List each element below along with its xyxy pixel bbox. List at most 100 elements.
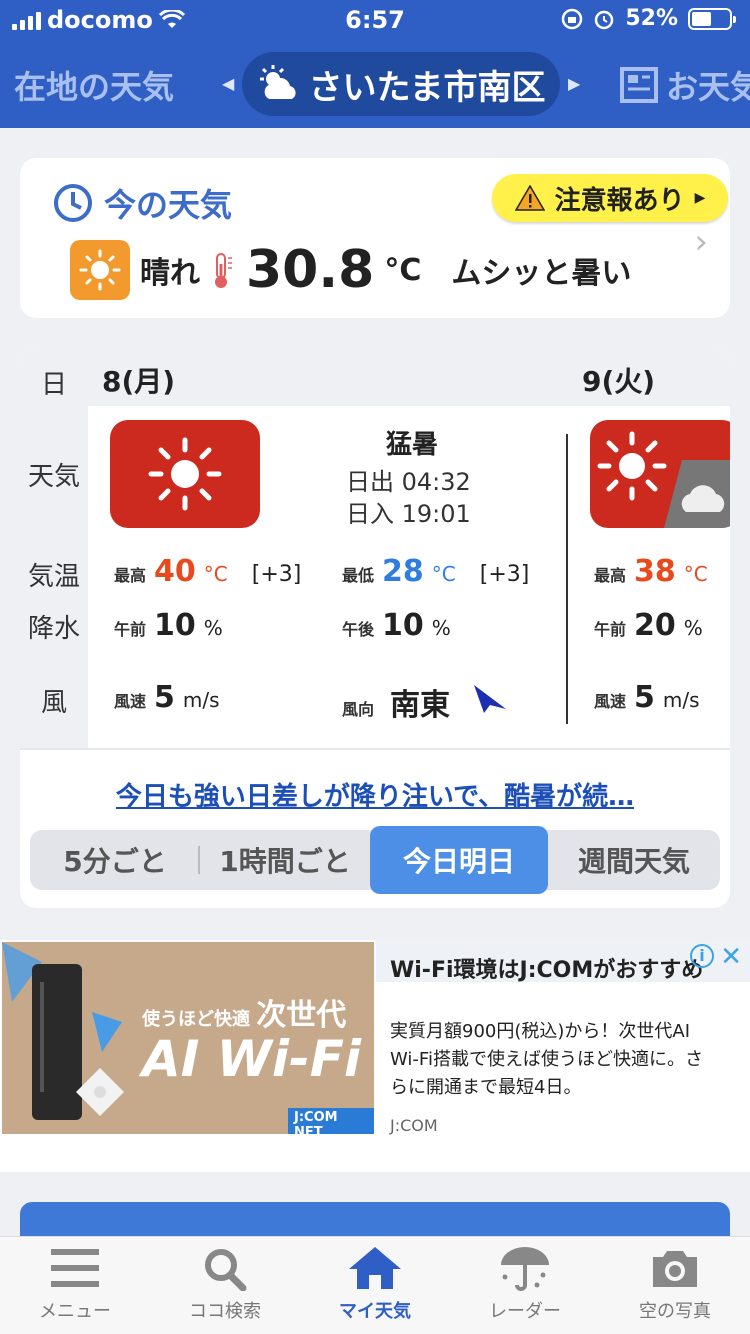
today-am-value: 10 xyxy=(154,608,196,643)
max-label: 最高 xyxy=(114,566,147,585)
temp-unit: °C xyxy=(431,562,456,586)
location-nav: 在地の天気 ◀ さいたま市南区 ▶ お天気 xyxy=(0,50,750,120)
current-weather-title-text: 今の天気 xyxy=(104,186,233,224)
wind-dir-label: 風向 xyxy=(342,700,375,719)
today-sunny-icon xyxy=(110,420,260,528)
wind-direction-arrow-icon xyxy=(474,685,507,713)
today-summary: 猛暑 xyxy=(386,430,439,460)
tab-weather-news-label: お天気 xyxy=(666,68,750,106)
today-min-value: 28 xyxy=(382,554,424,589)
clock-icon xyxy=(54,184,92,222)
tomorrow-date: 9(火) xyxy=(582,365,656,398)
segment-weekly[interactable]: 週間天気 xyxy=(548,830,720,890)
tomorrow-am-precip: 午前 20% xyxy=(594,608,703,643)
ad-title: AI Wi-Fi xyxy=(142,1030,362,1088)
forecast-message-link[interactable]: 今日も強い日差しが降り注いで、酷暑が続… xyxy=(20,776,730,813)
tab-search-label: ココ検索 xyxy=(189,1301,261,1322)
ad-info-icon[interactable]: i xyxy=(690,944,714,968)
location-name: さいたま市南区 xyxy=(308,67,546,108)
forecast-card: 日 天気 気温 降水 風 8(月) 9(火) 猛暑 日出 04:32 日入 19… xyxy=(20,348,730,908)
sun-cloud-icon xyxy=(259,65,296,99)
current-weather-row: 晴れ 30.8 °C ムシッと暑い xyxy=(70,240,631,300)
home-icon xyxy=(349,1247,401,1289)
ad-close-icon[interactable]: ✕ xyxy=(720,942,742,972)
temp-unit: °C xyxy=(203,562,228,586)
forecast-segmented-control: 5分ごと 1時間ごと 今日明日 週間天気 xyxy=(30,826,720,894)
ad-title-jp: 次世代 xyxy=(256,998,347,1033)
tab-weather-news[interactable]: お天気 xyxy=(620,62,750,108)
current-weather-title: 今の天気 xyxy=(52,180,232,226)
pct-unit: % xyxy=(203,616,223,640)
search-icon xyxy=(205,1249,247,1291)
temp-unit: °C xyxy=(683,562,708,586)
tab-search[interactable]: ココ検索 xyxy=(150,1245,300,1323)
sunrise-label: 日出 xyxy=(346,468,394,496)
max-label: 最高 xyxy=(594,566,627,585)
am-label: 午前 xyxy=(594,620,627,639)
current-location-pill[interactable]: さいたま市南区 xyxy=(242,52,560,116)
feeling-text: ムシッと暑い xyxy=(451,256,632,291)
menu-icon xyxy=(51,1249,99,1287)
top-bar: docomo 6:57 52% 在地の天気 ◀ さいたま市南区 ▶ お天気 xyxy=(0,0,750,128)
tomorrow-sun-cloud-icon xyxy=(590,420,730,528)
tab-sky-photos-label: 空の写真 xyxy=(639,1301,711,1322)
label-wind: 風 xyxy=(40,688,67,718)
nav-next-arrow-icon[interactable]: ▶ xyxy=(568,74,580,93)
alert-arrow-icon: ▶ xyxy=(694,190,706,206)
alert-badge-label: 注意報あり xyxy=(554,185,685,216)
segment-5min[interactable]: 5分ごと xyxy=(30,830,200,890)
battery-label: 52% xyxy=(625,6,678,31)
chevron-right-icon: › xyxy=(694,222,708,262)
today-wind-speed-value: 5 xyxy=(154,680,175,715)
day-divider xyxy=(566,434,568,724)
rotation-lock-icon xyxy=(562,8,583,29)
label-precip: 降水 xyxy=(27,614,80,644)
alert-badge[interactable]: 注意報あり ▶ xyxy=(492,174,728,222)
today-max-diff: [+3] xyxy=(251,562,302,587)
sunset-label: 日入 xyxy=(346,500,394,528)
segment-today-tomorrow[interactable]: 今日明日 xyxy=(370,826,548,894)
status-bar: docomo 6:57 52% xyxy=(0,0,750,44)
camera-icon xyxy=(653,1251,697,1287)
today-wind-dir-value: 南東 xyxy=(390,688,451,723)
forecast-divider xyxy=(20,748,730,750)
tab-menu[interactable]: メニュー xyxy=(0,1245,150,1323)
status-right: 52% xyxy=(561,6,736,31)
pm-label: 午後 xyxy=(342,620,375,639)
nav-prev-arrow-icon[interactable]: ◀ xyxy=(222,74,234,93)
segment-hourly[interactable]: 1時間ごと xyxy=(200,830,370,890)
ad-image[interactable]: 使うほど快適 次世代 AI Wi-Fi J:COM NET xyxy=(2,942,374,1134)
thermometer-icon xyxy=(215,253,232,288)
today-pm-precip: 午後 10% xyxy=(342,608,451,643)
temperature-unit: °C xyxy=(384,252,422,288)
tab-my-weather-label: マイ天気 xyxy=(339,1301,411,1322)
today-max: 最高 40 °C [+3] xyxy=(114,554,301,589)
current-weather-card[interactable]: 今の天気 注意報あり ▶ 晴れ 30.8 °C ムシッと暑い › xyxy=(20,158,730,318)
pct-unit: % xyxy=(431,616,451,640)
alarm-icon xyxy=(595,10,614,29)
sunset: 日入 19:01 xyxy=(346,494,471,529)
ad-headline[interactable]: Wi-Fi環境はJ:COMがおすすめ xyxy=(390,952,703,984)
tab-sky-photos[interactable]: 空の写真 xyxy=(600,1245,750,1323)
ad-tagline: 使うほど快適 次世代 xyxy=(142,990,346,1034)
today-wind-dir: 風向 南東 xyxy=(342,680,508,724)
wind-speed-label: 風速 xyxy=(114,692,147,711)
tomorrow-wind-speed-value: 5 xyxy=(634,680,655,715)
today-max-value: 40 xyxy=(154,554,196,589)
wind-unit: m/s xyxy=(182,688,220,712)
am-label: 午前 xyxy=(114,620,147,639)
tab-my-weather[interactable]: マイ天気 xyxy=(300,1245,450,1323)
warning-icon xyxy=(514,185,545,211)
tab-radar-label: レーダー xyxy=(489,1301,561,1322)
tab-radar[interactable]: レーダー xyxy=(450,1245,600,1323)
umbrella-icon xyxy=(501,1247,549,1291)
today-date: 8(月) xyxy=(102,365,176,398)
label-weather: 天気 xyxy=(27,462,80,492)
tab-menu-label: メニュー xyxy=(39,1301,111,1322)
ad-image-badge: J:COM NET xyxy=(288,1108,374,1134)
today-min: 最低 28 °C [+3] xyxy=(342,554,529,589)
ad-banner[interactable]: 使うほど快適 次世代 AI Wi-Fi J:COM NET Wi-Fi環境はJ:… xyxy=(0,940,750,1172)
tab-current-location[interactable]: 在地の天気 xyxy=(14,62,174,108)
today-am-precip: 午前 10% xyxy=(114,608,223,643)
pct-unit: % xyxy=(683,616,703,640)
